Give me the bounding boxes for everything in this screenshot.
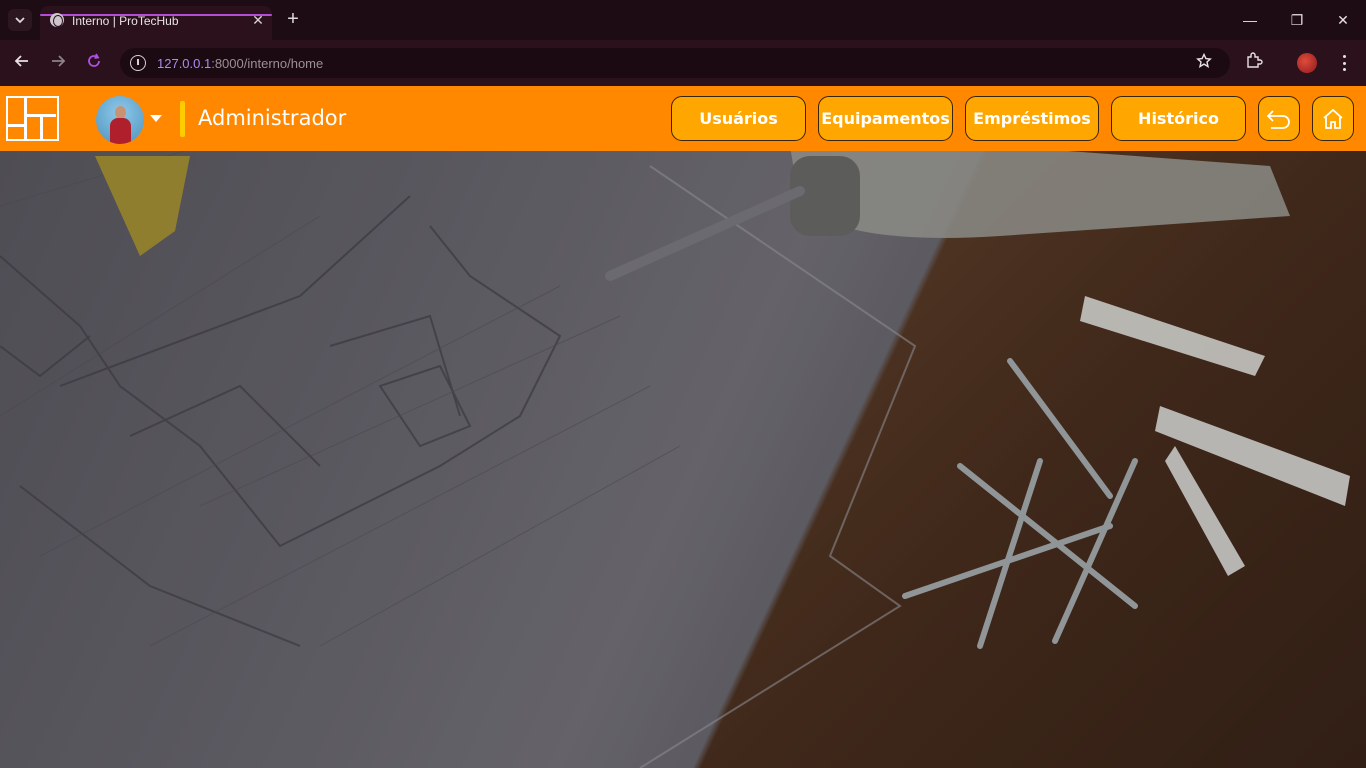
maximize-button[interactable]: ❐ [1285,8,1309,32]
tab-search-button[interactable] [8,9,32,31]
site-info-icon[interactable] [130,55,146,71]
profile-avatar-icon[interactable] [1297,53,1317,73]
url-path: :8000/interno/home [211,56,324,71]
home-icon [1323,108,1343,129]
user-role-label: Administrador [198,106,347,130]
tab-close-icon[interactable]: ✕ [248,10,268,30]
browser-toolbar: 127.0.0.1:8000/interno/home [0,40,1366,86]
tab-title: Interno | ProTecHub [72,14,179,28]
new-tab-button[interactable]: + [282,8,304,30]
url-text: 127.0.0.1:8000/interno/home [157,56,323,71]
address-bar[interactable]: 127.0.0.1:8000/interno/home [120,48,1230,78]
back-button[interactable] [1258,96,1300,141]
globe-icon [50,13,64,27]
close-window-button[interactable]: ✕ [1331,8,1355,32]
chevron-down-icon [15,17,25,24]
browser-tab-active[interactable]: Interno | ProTecHub ✕ [40,6,272,40]
minimize-button[interactable]: — [1238,8,1262,32]
nav-button-usuarios[interactable]: Usuários [671,96,806,141]
star-icon[interactable] [1191,50,1217,76]
reload-icon[interactable] [82,51,106,75]
header-divider [180,101,185,137]
user-avatar[interactable] [96,96,144,144]
top-navigation-bar: Administrador Usuários Equipamentos Empr… [0,86,1366,151]
back-arrow-icon[interactable] [10,51,34,75]
background-illustration [0,86,1366,768]
page-viewport: Administrador Usuários Equipamentos Empr… [0,86,1366,768]
nav-button-emprestimos[interactable]: Empréstimos [965,96,1099,141]
user-menu-caret-icon[interactable] [150,115,162,122]
url-host: 127.0.0.1 [157,56,212,71]
extensions-icon[interactable] [1241,50,1267,76]
menu-kebab-icon[interactable] [1336,52,1352,74]
protechub-logo[interactable] [6,96,59,141]
browser-tab-bar: Interno | ProTecHub ✕ + — ❐ ✕ [0,0,1366,40]
undo-icon [1266,109,1290,129]
home-button[interactable] [1312,96,1354,141]
nav-button-historico[interactable]: Histórico [1111,96,1246,141]
nav-button-equipamentos[interactable]: Equipamentos [818,96,953,141]
forward-arrow-icon[interactable] [46,51,70,75]
